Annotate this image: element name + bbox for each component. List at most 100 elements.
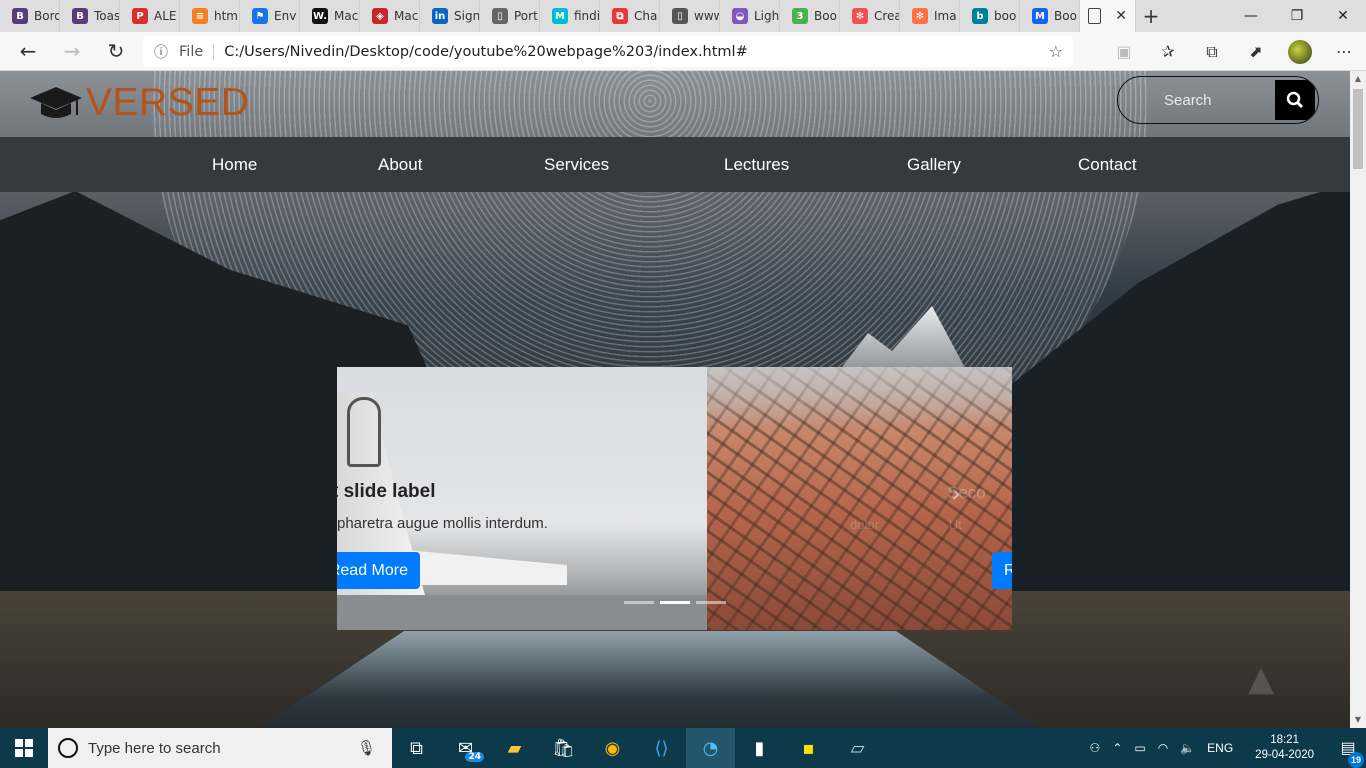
maximize-button[interactable]: ❐ — [1274, 0, 1320, 32]
code-icon: 3 — [792, 8, 808, 24]
flower-icon: ✻ — [912, 8, 928, 24]
taskbar-pinned-apps: ⧉ ✉ 24 ▰ 🛍 ◉ ⟨⟩ ◔ ▮ ▪ ▱ — [392, 728, 882, 768]
carousel-indicator[interactable] — [696, 601, 726, 604]
url-field[interactable]: ⓘ File C:/Users/Nivedin/Desktop/code/you… — [143, 36, 1073, 67]
tab-active[interactable]: ✕ — [1080, 0, 1136, 32]
browser-tab[interactable]: B Toas — [60, 0, 120, 32]
chat-icon: ⧉ — [612, 8, 628, 24]
file-explorer-icon[interactable]: ▰ — [490, 728, 539, 768]
edge-icon[interactable]: ◔ — [686, 728, 735, 768]
browser-tab[interactable]: ≡ htm — [180, 0, 240, 32]
store-icon[interactable]: 🛍 — [539, 728, 588, 768]
collections-icon[interactable]: ⧉ — [1190, 32, 1234, 71]
nav-about[interactable]: About — [378, 137, 422, 192]
minimize-button[interactable]: — — [1228, 0, 1274, 32]
tab-label: Env — [274, 9, 297, 23]
terminal-icon[interactable]: ▮ — [735, 728, 784, 768]
pdf-icon: P — [132, 8, 148, 24]
forward-button[interactable]: → — [50, 32, 94, 71]
image-carousel: t slide label pharetra augue mollis inte… — [337, 367, 1012, 630]
microphone-icon[interactable]: 🎙 — [357, 739, 376, 757]
browser-tab[interactable]: M Boo — [1020, 0, 1080, 32]
browser-tab[interactable]: b boo — [960, 0, 1020, 32]
mdb-icon: M — [1032, 8, 1048, 24]
tab-label: www — [694, 9, 719, 23]
chrome-icon[interactable]: ◉ — [588, 728, 637, 768]
system-tray: ⚇ ⌃ ▭ ◠ 🔈 ENG 18:21 29-04-2020 ▤ 19 — [1084, 728, 1366, 768]
w-icon: W. — [312, 8, 328, 24]
page-scrollbar[interactable]: ▲ ▼ — [1350, 71, 1366, 728]
browser-tab[interactable]: ✻ Crea — [840, 0, 900, 32]
extension-icon[interactable]: ▣ — [1102, 32, 1146, 71]
windows-logo-icon — [15, 739, 33, 757]
show-hidden-icons-chevron-icon[interactable]: ⌃ — [1106, 741, 1128, 755]
browser-tab[interactable]: ⚑ Env — [240, 0, 300, 32]
tab-label: Ligh — [754, 9, 780, 23]
search-input[interactable] — [1118, 77, 1274, 123]
notepad-icon[interactable]: ▱ — [833, 728, 882, 768]
carousel-indicator[interactable] — [624, 601, 654, 604]
carousel-indicator-active[interactable] — [660, 601, 690, 604]
browser-tab[interactable]: ▯ www — [660, 0, 720, 32]
browser-tab[interactable]: P ALE — [120, 0, 180, 32]
browser-tab[interactable]: ◈ Mac — [360, 0, 420, 32]
close-window-button[interactable]: ✕ — [1320, 0, 1366, 32]
browser-tab[interactable]: ⧉ Cha — [600, 0, 660, 32]
read-more-button-2[interactable]: R — [992, 552, 1012, 589]
scroll-up-arrow-icon[interactable]: ▲ — [1350, 71, 1366, 87]
vscode-icon[interactable]: ⟨⟩ — [637, 728, 686, 768]
scroll-down-arrow-icon[interactable]: ▼ — [1350, 712, 1366, 728]
nav-services[interactable]: Services — [544, 137, 609, 192]
scroll-to-top-icon[interactable]: ▲ — [1248, 659, 1318, 699]
search-form — [1117, 76, 1319, 124]
browser-tab[interactable]: ✻ Ima — [900, 0, 960, 32]
browser-tab[interactable]: B Bord — [0, 0, 60, 32]
browser-tab[interactable]: 3 Boo — [780, 0, 840, 32]
taskbar-search-box[interactable]: Type here to search 🎙 — [48, 728, 392, 768]
clock[interactable]: 18:21 29-04-2020 — [1239, 733, 1330, 763]
nav-home[interactable]: Home — [212, 137, 257, 192]
nav-lectures[interactable]: Lectures — [724, 137, 789, 192]
battery-icon[interactable]: ▭ — [1128, 741, 1151, 755]
favorites-icon[interactable]: ✰ — [1146, 32, 1190, 71]
people-icon[interactable]: ⚇ — [1084, 741, 1107, 755]
site-logo[interactable]: VERSED — [30, 81, 249, 125]
language-indicator[interactable]: ENG — [1201, 741, 1239, 755]
profile-avatar[interactable] — [1278, 32, 1322, 71]
taskbar-search-placeholder: Type here to search — [88, 739, 221, 757]
wifi-icon[interactable]: ◠ — [1152, 741, 1174, 755]
browser-tab[interactable]: in Sign — [420, 0, 480, 32]
task-view-icon[interactable]: ⧉ — [392, 728, 441, 768]
close-icon[interactable]: ✕ — [1115, 8, 1127, 24]
clock-time: 18:21 — [1270, 734, 1299, 746]
url-text[interactable]: C:/Users/Nivedin/Desktop/code/youtube%20… — [224, 44, 747, 60]
sticky-notes-icon[interactable]: ▪ — [784, 728, 833, 768]
volume-icon[interactable]: 🔈 — [1174, 741, 1201, 755]
scrollbar-thumb[interactable] — [1353, 89, 1363, 169]
mail-icon[interactable]: ✉ 24 — [441, 728, 490, 768]
info-icon[interactable]: ⓘ — [143, 42, 179, 62]
browser-tab[interactable]: W. Mac — [300, 0, 360, 32]
carousel-next-chevron-icon[interactable]: › — [951, 479, 961, 509]
brand-name: VERSED — [86, 81, 250, 124]
share-icon[interactable]: ⬈ — [1234, 32, 1278, 71]
action-center-icon[interactable]: ▤ 19 — [1330, 738, 1366, 768]
read-more-button[interactable]: Read More — [337, 552, 420, 589]
browser-tab[interactable]: ▯ Port — [480, 0, 540, 32]
nav-contact[interactable]: Contact — [1078, 137, 1137, 192]
start-button[interactable] — [0, 728, 48, 768]
browser-tab[interactable]: Mfindi — [540, 0, 600, 32]
favorite-star-icon[interactable]: ☆ — [1049, 42, 1063, 61]
browser-tab[interactable]: ◒ Ligh — [720, 0, 780, 32]
nav-gallery[interactable]: Gallery — [907, 137, 961, 192]
new-tab-button[interactable]: + — [1136, 4, 1166, 28]
refresh-button[interactable]: ↻ — [94, 32, 138, 71]
search-button[interactable] — [1275, 80, 1315, 120]
carousel-slide-1: t slide label pharetra augue mollis inte… — [337, 367, 707, 630]
more-menu-icon[interactable]: ⋯ — [1322, 32, 1366, 71]
clock-date: 29-04-2020 — [1255, 749, 1314, 761]
tab-label: findi — [574, 9, 600, 23]
back-button[interactable]: ← — [6, 32, 50, 71]
graduation-cap-icon — [30, 87, 82, 118]
flag-icon: ⚑ — [252, 8, 268, 24]
